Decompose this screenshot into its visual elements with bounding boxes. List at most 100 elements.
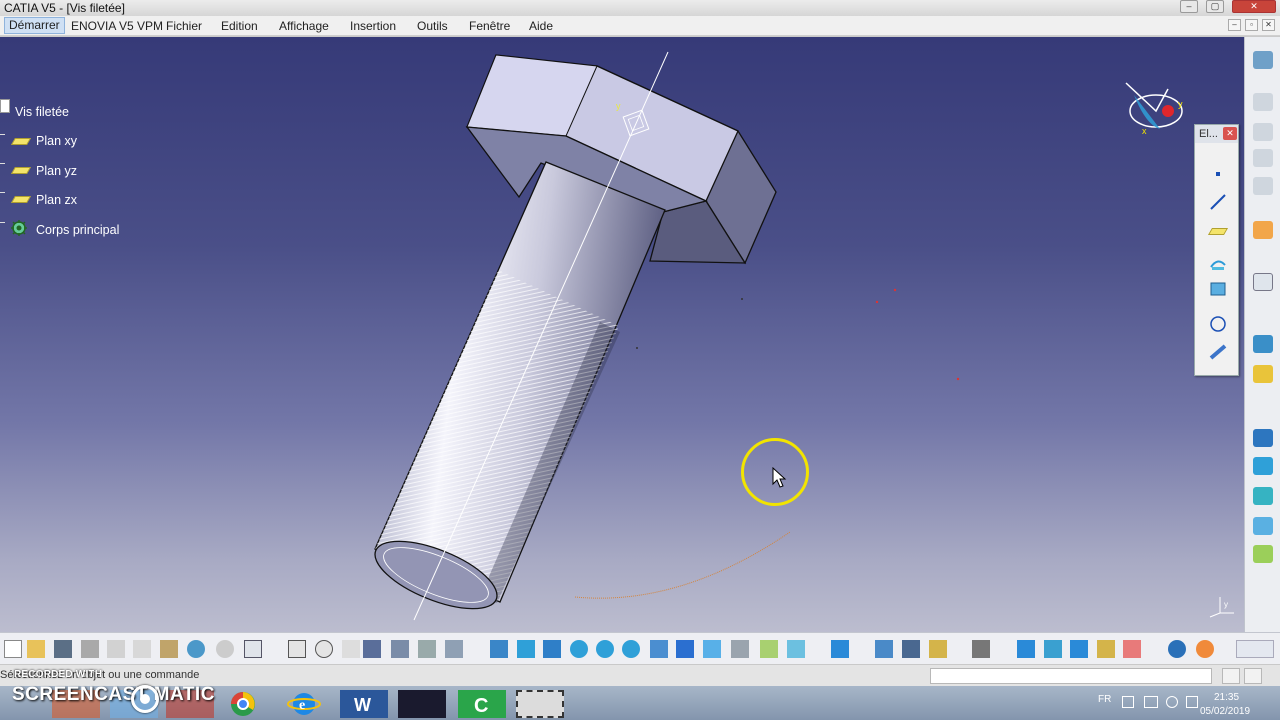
circle-icon[interactable]	[1209, 315, 1227, 333]
copy-icon[interactable]	[133, 640, 151, 658]
command-button[interactable]	[1222, 668, 1240, 684]
menu-fenetre[interactable]: Fenêtre	[469, 19, 510, 33]
menu-fichier[interactable]: Fichier	[166, 19, 202, 33]
floating-toolbar-header[interactable]: El... ✕	[1195, 125, 1238, 143]
zoom-icon[interactable]	[570, 640, 588, 658]
minimize-button[interactable]: –	[1180, 0, 1198, 13]
swap-icon[interactable]	[787, 640, 805, 658]
print-icon[interactable]	[81, 640, 99, 658]
tray-icon[interactable]	[1122, 696, 1134, 708]
select-icon[interactable]	[1253, 221, 1273, 239]
part-icon[interactable]	[418, 640, 436, 658]
shape-icon[interactable]	[1253, 487, 1273, 505]
tool-icon[interactable]	[875, 640, 893, 658]
camtasia-icon[interactable]: C	[458, 690, 506, 718]
tool-icon[interactable]	[831, 640, 849, 658]
tool-icon[interactable]	[1196, 640, 1214, 658]
volume-icon[interactable]	[1166, 696, 1178, 708]
redo-icon[interactable]	[216, 640, 234, 658]
close-icon[interactable]: ✕	[1223, 127, 1237, 140]
language-indicator[interactable]: FR	[1098, 694, 1111, 705]
grid-icon[interactable]	[1253, 429, 1273, 447]
tool-icon[interactable]	[445, 640, 463, 658]
fill-icon[interactable]	[1253, 457, 1273, 475]
update-icon[interactable]	[1253, 335, 1273, 353]
tool-icon[interactable]	[1070, 640, 1088, 658]
pan-icon[interactable]	[517, 640, 535, 658]
menu-aide[interactable]: Aide	[529, 19, 553, 33]
table-icon[interactable]	[363, 640, 381, 658]
snipping-icon[interactable]	[516, 690, 564, 718]
command-input[interactable]	[930, 668, 1212, 684]
symmetry-icon[interactable]	[1253, 517, 1273, 535]
macro-icon[interactable]	[391, 640, 409, 658]
intersection-icon[interactable]	[1209, 280, 1227, 298]
command-button[interactable]	[1244, 668, 1262, 684]
projection-icon[interactable]	[1209, 255, 1227, 273]
menu-outils[interactable]: Outils	[417, 19, 448, 33]
zoom-out-icon[interactable]	[622, 640, 640, 658]
open-icon[interactable]	[27, 640, 45, 658]
transform-icon[interactable]	[1253, 545, 1273, 563]
menu-insertion[interactable]: Insertion	[350, 19, 396, 33]
rotate-icon[interactable]	[543, 640, 561, 658]
comment-icon[interactable]	[315, 640, 333, 658]
tool-icon[interactable]	[1168, 640, 1186, 658]
tool-icon[interactable]	[1123, 640, 1141, 658]
undo-icon[interactable]	[187, 640, 205, 658]
doc-close-button[interactable]: ✕	[1262, 19, 1275, 31]
tool-icon[interactable]	[929, 640, 947, 658]
taskbar-app-icon[interactable]	[110, 690, 158, 718]
iso-view-icon[interactable]	[703, 640, 721, 658]
word-icon[interactable]: W	[340, 690, 388, 718]
catia-taskbar-icon[interactable]	[398, 690, 446, 718]
3d-viewport[interactable]: Vis filetée Plan xy Plan yz Plan zx Corp…	[0, 37, 1244, 632]
sketcher-icon[interactable]	[1253, 51, 1273, 69]
clock-date[interactable]: 05/02/2019	[1200, 706, 1250, 717]
formula-icon[interactable]	[288, 640, 306, 658]
new-icon[interactable]	[4, 640, 22, 658]
maximize-button[interactable]: ▢	[1206, 0, 1224, 13]
zoom-in-icon[interactable]	[596, 640, 614, 658]
clock-time[interactable]: 21:35	[1214, 692, 1239, 703]
network-icon[interactable]	[1144, 696, 1158, 708]
flag-icon[interactable]	[1186, 696, 1198, 708]
tool-icon[interactable]	[1253, 123, 1273, 141]
line-icon[interactable]	[1209, 193, 1227, 211]
fit-all-icon[interactable]	[490, 640, 508, 658]
tool-icon[interactable]	[1253, 93, 1273, 111]
plane-tool-icon[interactable]	[1207, 223, 1229, 241]
tool-icon[interactable]	[1044, 640, 1062, 658]
taskbar-app-icon[interactable]	[52, 690, 100, 718]
menu-demarrer[interactable]: Démarrer	[4, 17, 65, 34]
multi-view-icon[interactable]	[676, 640, 694, 658]
normal-view-icon[interactable]	[650, 640, 668, 658]
menu-affichage[interactable]: Affichage	[279, 19, 329, 33]
doc-minimize-button[interactable]: –	[1228, 19, 1241, 31]
tool-icon[interactable]	[1253, 149, 1273, 167]
sketch-edit-icon[interactable]	[1253, 273, 1273, 291]
menu-enovia[interactable]: ENOVIA V5 VPM	[71, 19, 163, 33]
knowledge-icon[interactable]	[342, 640, 360, 658]
tool-icon[interactable]	[1097, 640, 1115, 658]
tool-icon[interactable]	[1017, 640, 1035, 658]
tool-icon[interactable]	[1253, 177, 1273, 195]
camera-icon[interactable]	[972, 640, 990, 658]
cut-icon[interactable]	[107, 640, 125, 658]
taskbar-app-icon[interactable]	[166, 690, 214, 718]
menu-edition[interactable]: Edition	[221, 19, 258, 33]
bolt-model[interactable]: y	[0, 37, 1244, 632]
help-icon[interactable]	[244, 640, 262, 658]
close-button[interactable]: ✕	[1232, 0, 1276, 13]
compass-icon[interactable]: x y	[1116, 75, 1192, 139]
internet-explorer-icon[interactable]: e	[280, 690, 328, 718]
doc-restore-button[interactable]: ▫	[1245, 19, 1258, 31]
floating-sketch-toolbar[interactable]: El... ✕	[1194, 124, 1239, 376]
chrome-icon[interactable]	[220, 690, 266, 718]
tool-icon[interactable]	[902, 640, 920, 658]
hide-show-icon[interactable]	[760, 640, 778, 658]
paste-icon[interactable]	[160, 640, 178, 658]
measure-icon[interactable]	[1253, 365, 1273, 383]
shading-icon[interactable]	[731, 640, 749, 658]
save-icon[interactable]	[54, 640, 72, 658]
